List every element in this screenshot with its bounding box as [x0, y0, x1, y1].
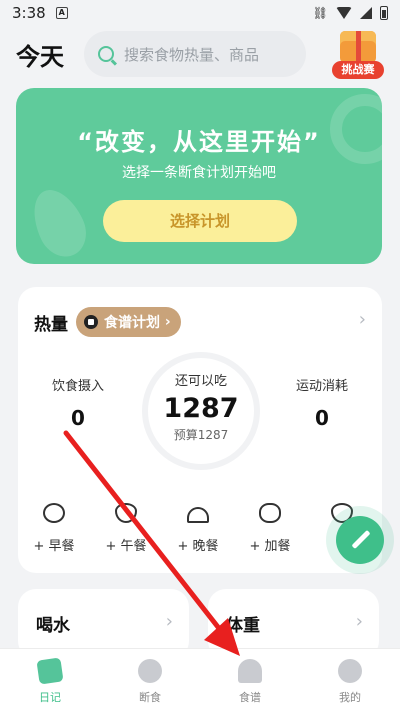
weight-chevron-icon: ›: [355, 611, 363, 632]
recipe-plan-label: 食谱计划: [104, 315, 160, 331]
wifi-icon: [336, 7, 352, 19]
recipe-icon: [238, 659, 262, 683]
meal-label: + 午餐: [105, 539, 147, 554]
search-input[interactable]: 搜索食物热量、商品: [84, 31, 306, 77]
meal-snack[interactable]: + 加餐: [234, 503, 306, 554]
intake-value: 0: [71, 406, 85, 430]
chip-chevron-icon: ›: [160, 314, 171, 330]
choose-plan-button[interactable]: 选择计划: [103, 200, 297, 242]
banner-subtitle: 选择一条断食计划开始吧: [122, 165, 276, 181]
meal-label: + 加餐: [249, 539, 291, 554]
bowl-icon: [115, 503, 137, 523]
water-chevron-icon: ›: [165, 611, 173, 632]
search-icon: [98, 46, 114, 62]
burned-stat: 运动消耗 0: [284, 375, 360, 430]
weight-title: 体重: [226, 616, 260, 636]
meal-dinner[interactable]: + 晚餐: [162, 503, 234, 554]
meal-breakfast[interactable]: + 早餐: [18, 503, 90, 554]
tab-label: 食谱: [239, 691, 261, 704]
challenge-label: 挑战赛: [332, 61, 384, 79]
leaf-decoration: [23, 181, 95, 264]
meal-label: + 晚餐: [177, 539, 219, 554]
fasting-icon: [138, 659, 162, 683]
calorie-card-chevron-icon[interactable]: ›: [359, 309, 366, 330]
intake-label: 饮食摄入: [51, 379, 104, 394]
tab-label: 断食: [139, 691, 161, 704]
burned-label: 运动消耗: [295, 379, 348, 394]
lock-icon: [84, 315, 98, 329]
calorie-card[interactable]: 热量 食谱计划 › › 饮食摄入 0 还可以吃 1287 预算1287 运动消耗…: [18, 287, 382, 573]
remaining-value: 1287: [163, 393, 239, 424]
eye-bowl-icon: [43, 503, 65, 523]
tab-profile[interactable]: 我的: [300, 649, 400, 710]
tab-diary[interactable]: 日记: [0, 649, 100, 710]
remaining-gauge: 还可以吃 1287 预算1287: [142, 352, 260, 470]
bottom-tab-bar: 日记 断食 食谱 我的: [0, 648, 400, 710]
calorie-title: 热量: [34, 314, 68, 335]
notification-icon: A: [55, 7, 68, 19]
pencil-icon: [351, 529, 371, 550]
edit-fab-button[interactable]: [336, 516, 384, 564]
budget-text: 预算1287: [173, 428, 229, 442]
status-bar: 3:38 A ⛓: [0, 0, 400, 26]
tab-label: 我的: [339, 691, 361, 704]
link-icon: ⛓: [312, 6, 328, 20]
intake-stat: 饮食摄入 0: [40, 375, 116, 430]
banner-quote: “改变，从这里开始”: [77, 128, 321, 156]
water-title: 喝水: [36, 616, 70, 636]
signal-icon: [360, 7, 372, 19]
meal-row: + 早餐 + 午餐 + 晚餐 + 加餐 +: [18, 503, 382, 554]
status-icons: ⛓: [313, 6, 388, 20]
burned-value: 0: [315, 406, 329, 430]
profile-icon: [338, 659, 362, 683]
cloche-icon: [187, 507, 209, 523]
search-placeholder: 搜索食物热量、商品: [124, 45, 260, 64]
header: 今天 搜索食物热量、商品 挑战赛: [0, 26, 400, 82]
status-time: 3:38: [12, 4, 46, 22]
gift-icon: [340, 31, 376, 63]
tab-label: 日记: [39, 691, 61, 704]
challenge-button[interactable]: 挑战赛: [332, 29, 384, 79]
page-title: 今天: [16, 42, 64, 71]
tab-fasting[interactable]: 断食: [100, 649, 200, 710]
apple-icon: [259, 503, 281, 523]
meal-lunch[interactable]: + 午餐: [90, 503, 162, 554]
fasting-banner: “改变，从这里开始” 选择一条断食计划开始吧 选择计划: [16, 88, 382, 264]
battery-icon: [380, 6, 388, 20]
remaining-label: 还可以吃: [174, 374, 227, 389]
tab-recipe[interactable]: 食谱: [200, 649, 300, 710]
meal-label: + 早餐: [33, 539, 75, 554]
diary-icon: [36, 657, 64, 685]
recipe-plan-chip[interactable]: 食谱计划 ›: [76, 307, 181, 337]
calorie-card-header: 热量 食谱计划 ›: [34, 307, 181, 337]
